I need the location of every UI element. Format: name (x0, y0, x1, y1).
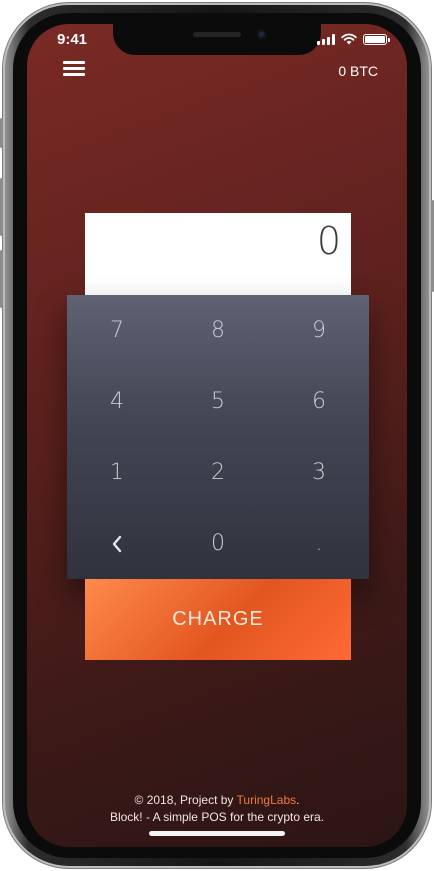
status-icons (317, 33, 390, 45)
key-decimal[interactable]: . (269, 508, 369, 579)
mute-switch (0, 118, 3, 148)
backspace-key[interactable] (67, 508, 167, 579)
status-time: 9:41 (57, 31, 88, 48)
key-5[interactable]: 5 (168, 366, 268, 437)
footer-tagline: Block! - A simple POS for the crypto era… (109, 810, 325, 824)
volume-down-button (0, 250, 3, 308)
hamburger-menu-icon[interactable] (63, 61, 85, 77)
signal-icon (317, 33, 335, 45)
notch (113, 24, 321, 55)
key-7[interactable]: 7 (67, 295, 167, 366)
front-camera (257, 30, 266, 39)
footer-copyright-prefix: © 2018, Project by (134, 793, 237, 807)
turinglabs-link[interactable]: TuringLabs (237, 793, 297, 807)
key-8[interactable]: 8 (168, 295, 268, 366)
key-3[interactable]: 3 (269, 437, 369, 508)
app-screen: 9:41 0 BTC 0 7 8 9 4 5 6 1 2 3 0 . CHARG… (27, 24, 407, 847)
volume-up-button (0, 178, 3, 236)
key-2[interactable]: 2 (168, 437, 268, 508)
speaker (193, 32, 241, 37)
footer-copyright-suffix: . (296, 793, 300, 807)
key-4[interactable]: 4 (67, 366, 167, 437)
battery-icon (363, 33, 390, 45)
chevron-left-icon (112, 535, 122, 552)
btc-balance: 0 BTC (338, 63, 378, 79)
numeric-keypad: 7 8 9 4 5 6 1 2 3 0 . (67, 295, 369, 579)
wifi-icon (341, 33, 357, 45)
charge-button[interactable]: CHARGE (85, 579, 351, 660)
home-indicator[interactable] (149, 831, 285, 836)
key-1[interactable]: 1 (67, 437, 167, 508)
key-9[interactable]: 9 (269, 295, 369, 366)
amount-display: 0 (85, 213, 351, 295)
key-6[interactable]: 6 (269, 366, 369, 437)
amount-value: 0 (316, 219, 341, 263)
key-0[interactable]: 0 (168, 508, 268, 579)
footer-copyright: © 2018, Project by TuringLabs. (27, 793, 407, 807)
